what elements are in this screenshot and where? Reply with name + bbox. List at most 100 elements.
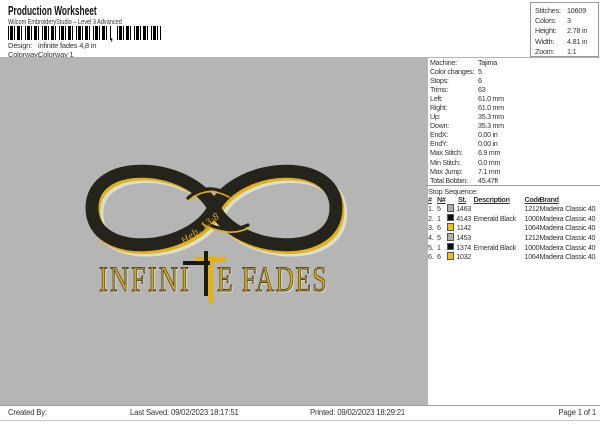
- machine-info-row: Up: 35.3 mm: [428, 112, 600, 121]
- stop-sequence-divider: [425, 185, 600, 186]
- page-title: Production Worksheet: [8, 3, 97, 18]
- stop-sequence-header-row: # N# St. Description Code Brand: [425, 195, 600, 204]
- stat-value: 4.81 in: [567, 36, 588, 46]
- cell-num: 2.: [428, 213, 434, 223]
- stat-row: Zoom: 1:1: [531, 46, 598, 56]
- stat-label: Width:: [535, 36, 555, 46]
- machine-info-row: Right: 61.0 mm: [428, 103, 600, 112]
- machine-info-value: 63: [478, 85, 486, 95]
- footer-divider-top: [0, 405, 600, 406]
- footer-created-by: Created By:: [8, 408, 47, 417]
- footer-printed: Printed: 09/02/2023 18:29:21: [310, 408, 405, 417]
- machine-info-row: Max Jump: 7.1 mm: [428, 167, 600, 176]
- machine-info-row: Total Bobbin: 45.47ft: [428, 176, 600, 185]
- machine-info-label: Stops:: [430, 76, 449, 86]
- production-worksheet-page: Production Worksheet Wilcom EmbroiderySt…: [0, 0, 600, 424]
- stat-value: 10609: [567, 6, 586, 15]
- stat-label: Stitches:: [535, 6, 561, 15]
- footer-divider-bottom: [0, 420, 600, 421]
- machine-info-row: Stops: 6: [428, 76, 600, 85]
- stat-value: 2.78 in: [567, 26, 588, 36]
- cell-needle: 1: [437, 242, 441, 252]
- stat-label: Height:: [535, 26, 557, 36]
- stat-row: Stitches: 10609: [531, 5, 598, 15]
- cell-stitches: 1142: [456, 223, 472, 233]
- cell-num: 1.: [428, 204, 434, 213]
- machine-info-panel: Machine: Tajima Color changes: 5 Stops: …: [428, 58, 600, 185]
- machine-info-label: Down:: [430, 121, 449, 131]
- stats-rows: Stitches: 10609 Colors: 3 Height: 2.78 i…: [531, 3, 598, 56]
- machine-info-row: Max Stitch: 6.9 mm: [428, 148, 600, 157]
- cell-code: 1064: [524, 252, 540, 262]
- cell-stitches: 4143: [456, 213, 471, 223]
- wordmark-right: E FADES: [217, 259, 329, 299]
- app-subtitle: Wilcom EmbroideryStudio – Level 3 Advanc…: [8, 17, 122, 26]
- cell-num: 3.: [428, 223, 434, 233]
- stop-sequence-rows: 1. 5 1463 1212 Madeira Classic 40 2. 1 4…: [425, 204, 600, 262]
- cell-brand: Madeira Classic 40: [539, 213, 596, 223]
- machine-info-value: 45.47ft: [478, 175, 498, 185]
- cell-stitches: 1374: [456, 242, 471, 252]
- table-row: 5. 1 1374 Emerald Black 1000 Madeira Cla…: [425, 242, 600, 252]
- cell-num: 5.: [428, 242, 434, 252]
- stat-value: 3: [567, 16, 571, 26]
- machine-info-row: Machine: Tajima: [428, 58, 600, 67]
- machine-info-label: Left:: [430, 94, 443, 104]
- cell-brand: Madeira Classic 40: [539, 204, 596, 213]
- cell-num: 4.: [428, 233, 434, 243]
- table-row: 3. 6 1142 1064 Madeira Classic 40: [425, 223, 600, 233]
- cell-needle: 6: [437, 252, 441, 262]
- cell-code: 1064: [524, 223, 540, 233]
- machine-info-row: Color changes: 5: [428, 67, 600, 76]
- cell-brand: Madeira Classic 40: [539, 242, 596, 252]
- stat-value: 1:1: [567, 46, 577, 56]
- machine-info-value: 6.9 mm: [478, 148, 501, 158]
- table-row: 1. 5 1463 1212 Madeira Classic 40: [425, 204, 600, 214]
- cell-stitches: 1463: [456, 204, 471, 213]
- barcode-separator: ,: [110, 31, 114, 43]
- machine-info-row: Min Stitch: 0.0 mm: [428, 158, 600, 167]
- infinity-logo-graphic: Heb. 13:8: [85, 164, 348, 257]
- design-preview-canvas: Heb. 13:8 INFINI E FADES: [0, 58, 428, 406]
- cross-horizontal-black: [183, 260, 210, 265]
- machine-info-value: 7.1 mm: [478, 166, 501, 176]
- cell-code: 1000: [524, 213, 540, 223]
- machine-info-label: Min Stitch:: [430, 157, 461, 167]
- footer-last-saved: Last Saved: 09/02/2023 18:17:51: [130, 408, 239, 417]
- machine-info-row: EndY: 0.00 in: [428, 139, 600, 148]
- machine-info-value: Tajima: [478, 58, 497, 67]
- cell-brand: Madeira Classic 40: [539, 233, 596, 243]
- machine-info-label: Max Jump:: [430, 166, 463, 176]
- machine-info-value: 0.00 in: [478, 130, 498, 140]
- machine-info-label: EndY:: [430, 139, 448, 149]
- cell-stitches: 1032: [456, 252, 471, 262]
- footer-page-number: Page 1 of 1: [558, 408, 596, 417]
- machine-info-label: Color changes:: [430, 67, 475, 77]
- cell-needle: 6: [437, 223, 441, 233]
- machine-info-row: EndX: 0.00 in: [428, 130, 600, 139]
- machine-info-label: EndX:: [430, 130, 449, 140]
- machine-info-label: Machine:: [430, 58, 457, 67]
- cell-needle: 5: [437, 204, 441, 213]
- cell-needle: 5: [437, 233, 441, 243]
- stop-sequence-table: # N# St. Description Code Brand 1. 5 146…: [425, 195, 600, 262]
- machine-info-value: 35.3 mm: [478, 121, 504, 131]
- stat-row: Width: 4.81 in: [531, 36, 598, 46]
- design-stats-box: Stitches: 10609 Colors: 3 Height: 2.78 i…: [530, 2, 599, 57]
- machine-info-label: Total Bobbin:: [430, 175, 468, 185]
- machine-info-value: 0.0 mm: [478, 157, 501, 167]
- wordmark-left: INFINI: [99, 259, 191, 299]
- cell-brand: Madeira Classic 40: [539, 223, 596, 233]
- cell-brand: Madeira Classic 40: [539, 252, 596, 262]
- machine-info-label: Trims:: [430, 85, 448, 95]
- stat-row: Colors: 3: [531, 15, 598, 25]
- table-row: 2. 1 4143 Emerald Black 1000 Madeira Cla…: [425, 213, 600, 223]
- machine-info-value: 5: [478, 67, 482, 77]
- table-row: 6. 6 1032 1064 Madeira Classic 40: [425, 252, 600, 262]
- machine-info-value: 61.0 mm: [478, 94, 504, 104]
- cell-description: Emerald Black: [473, 213, 517, 223]
- stat-label: Zoom:: [535, 46, 555, 56]
- machine-info-row: Left: 61.0 mm: [428, 94, 600, 103]
- machine-info-value: 0.00 in: [478, 139, 498, 149]
- barcode-segment-1: [8, 26, 111, 40]
